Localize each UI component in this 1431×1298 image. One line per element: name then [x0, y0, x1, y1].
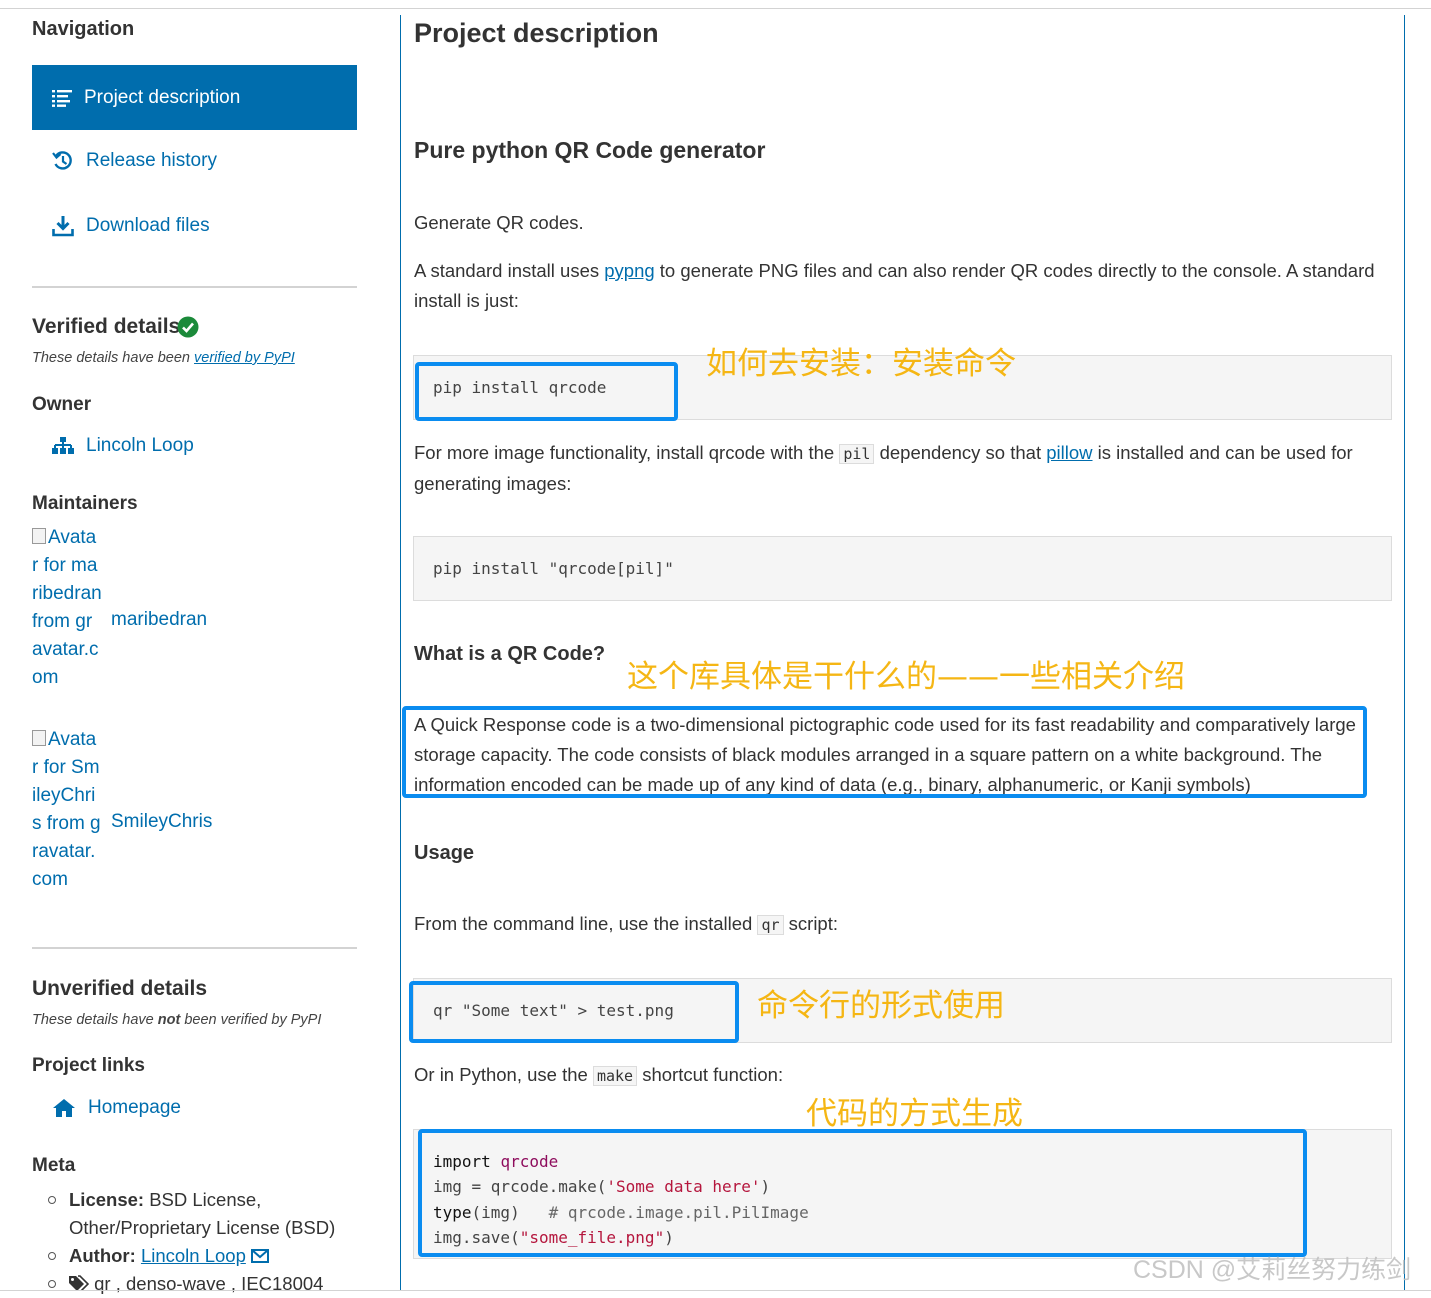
owner-link[interactable]: Lincoln Loop	[52, 435, 194, 457]
homepage-link[interactable]: Homepage	[52, 1097, 181, 1119]
unverified-note-emphasis: not	[157, 1012, 181, 1028]
bullet	[48, 1252, 56, 1260]
maintainer-avatar-2[interactable]: Avatar for SmileyChris from gravatar.com	[32, 726, 102, 894]
unverified-note: These details have not been verified by …	[32, 1012, 321, 1028]
text: For more image functionality, install qr…	[414, 442, 840, 463]
inline-code-pil: pil	[839, 444, 875, 464]
nav-label: Release history	[86, 150, 217, 171]
broken-image-icon	[32, 730, 46, 746]
meta-value: BSD License,	[144, 1189, 262, 1210]
paragraph-standard-install: A standard install uses pypng to generat…	[414, 256, 1389, 316]
navigation-heading: Navigation	[32, 18, 135, 40]
watermark: CSDN @艾莉丝努力练剑	[1133, 1256, 1412, 1284]
unverified-details-heading: Unverified details	[32, 977, 208, 1000]
owner-heading: Owner	[32, 394, 92, 415]
pypng-link[interactable]: pypng	[604, 260, 654, 281]
unverified-note-text: These details have	[32, 1012, 158, 1028]
inline-code-qr: qr	[757, 915, 784, 935]
highlight-box-intro	[402, 706, 1367, 798]
annotation-intro: 这个库具体是干什么的——一些相关介绍	[627, 659, 1185, 695]
nav-release-history[interactable]: Release history	[52, 150, 217, 172]
nav-download-files[interactable]: Download files	[52, 215, 210, 237]
sidebar-divider	[32, 947, 357, 949]
text: dependency so that	[874, 442, 1047, 463]
content-border-left	[400, 15, 401, 1290]
verified-note: These details have been verified by PyPI	[32, 350, 295, 366]
meta-heading: Meta	[32, 1155, 76, 1176]
bullet	[48, 1196, 56, 1204]
paragraph-cli: From the command line, use the installed…	[414, 909, 1389, 940]
check-circle-icon	[177, 316, 199, 338]
inline-code-make: make	[592, 1066, 638, 1086]
broken-image-icon	[32, 528, 46, 544]
meta-author: Author: Lincoln Loop	[48, 1242, 378, 1270]
home-icon	[53, 1099, 75, 1117]
paragraph-python: Or in Python, use the make shortcut func…	[414, 1060, 1389, 1091]
project-links-heading: Project links	[32, 1055, 145, 1076]
paragraph-more-functionality: For more image functionality, install qr…	[414, 438, 1389, 499]
meta-list: License: BSD License, Other/Proprietary …	[48, 1186, 378, 1298]
bottom-border	[0, 1290, 1431, 1291]
highlight-box-cli	[409, 981, 739, 1043]
code-line: pip install "qrcode[pil]"	[433, 559, 674, 578]
verified-by-pypi-link[interactable]: verified by PyPI	[194, 350, 295, 366]
avatar-alt-text: Avatar for maribedran from gravatar.com	[32, 527, 102, 688]
avatar-alt-text: Avatar for SmileyChris from gravatar.com	[32, 729, 101, 890]
meta-value: Other/Proprietary License (BSD)	[69, 1217, 336, 1238]
align-left-icon	[52, 89, 72, 107]
maintainers-heading: Maintainers	[32, 493, 138, 514]
nav-project-description[interactable]: Project description	[32, 65, 357, 130]
tags-icon	[69, 1275, 90, 1292]
sidebar: Navigation Project description Release h…	[0, 0, 400, 1294]
text: script:	[783, 913, 838, 934]
nav-label: Download files	[86, 215, 210, 236]
bullet	[48, 1280, 56, 1288]
highlight-box-code	[418, 1129, 1307, 1257]
heading-what-is-qr: What is a QR Code?	[414, 643, 606, 665]
annotation-code: 代码的方式生成	[806, 1096, 1023, 1132]
envelope-icon[interactable]	[251, 1249, 269, 1263]
maintainer-avatar-1[interactable]: Avatar for maribedran from gravatar.com	[32, 524, 102, 692]
sitemap-icon	[52, 437, 74, 454]
verified-note-text: These details have been	[32, 350, 195, 366]
pillow-link[interactable]: pillow	[1046, 442, 1092, 463]
highlight-box-install	[415, 362, 678, 421]
sidebar-divider	[32, 286, 357, 288]
page-title: Project description	[414, 18, 659, 48]
heading-usage: Usage	[414, 842, 475, 864]
download-icon	[52, 216, 74, 237]
code-block-install-pil: pip install "qrcode[pil]"	[413, 536, 1392, 601]
nav-label: Project description	[84, 86, 241, 108]
text: Or in Python, use the	[414, 1064, 593, 1085]
homepage-label: Homepage	[88, 1097, 181, 1118]
annotation-cli: 命令行的形式使用	[757, 988, 1005, 1024]
verified-details-heading: Verified details	[32, 315, 181, 338]
meta-label: License:	[69, 1189, 145, 1210]
content-border-right	[1404, 15, 1405, 1290]
meta-label: Author:	[69, 1245, 136, 1266]
text: A standard install uses	[414, 260, 605, 281]
unverified-note-text: been verified by PyPI	[180, 1012, 322, 1028]
heading-generator: Pure python QR Code generator	[414, 137, 766, 163]
meta-tags: qr , denso-wave , IEC18004	[48, 1270, 378, 1298]
maintainer-link-1[interactable]: maribedran	[111, 609, 207, 631]
author-link[interactable]: Lincoln Loop	[141, 1245, 246, 1266]
text: shortcut function:	[637, 1064, 784, 1085]
paragraph-generate: Generate QR codes.	[414, 212, 584, 233]
history-icon	[52, 151, 72, 170]
annotation-install: 如何去安装：安装命令	[706, 346, 1016, 382]
meta-license: License: BSD License, Other/Proprietary …	[48, 1186, 378, 1242]
owner-name: Lincoln Loop	[86, 435, 194, 456]
maintainer-link-2[interactable]: SmileyChris	[111, 811, 212, 833]
text: From the command line, use the installed	[414, 913, 758, 934]
